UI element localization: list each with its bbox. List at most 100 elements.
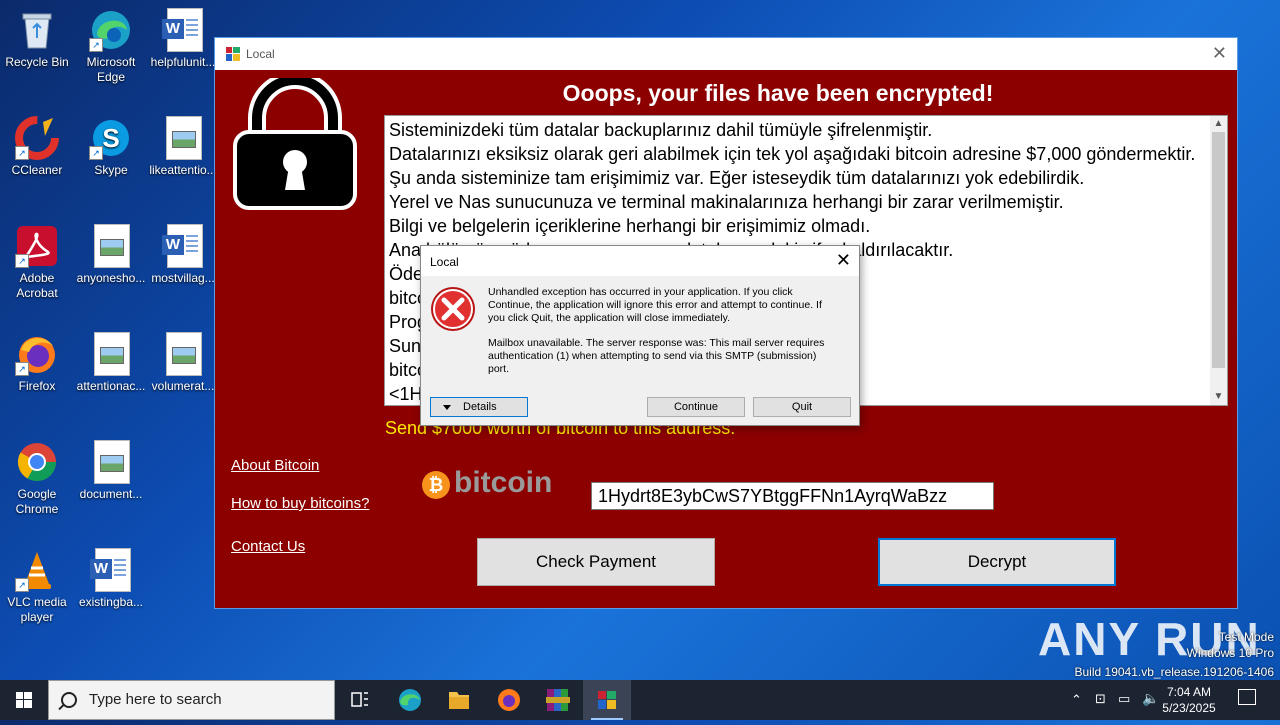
desktop-icon-likeattentio[interactable]: likeattentio...: [148, 116, 218, 178]
desktop-icon-mostvillag[interactable]: W mostvillag...: [148, 224, 218, 286]
ccleaner-icon: ↗: [15, 116, 59, 160]
desktop-icon-label: Adobe Acrobat: [16, 271, 58, 300]
desktop-icon-label: existingba...: [78, 595, 144, 609]
taskbar-local-app[interactable]: [583, 680, 631, 720]
acrobat-icon: ↗: [15, 224, 59, 268]
desktop-icon-acrobat[interactable]: ↗ Adobe Acrobat: [2, 224, 72, 301]
ethernet-icon[interactable]: ▭: [1118, 691, 1130, 707]
dialog-message-2: Mailbox unavailable. The server response…: [488, 337, 825, 375]
window-titlebar[interactable]: Local ✕: [215, 38, 1237, 70]
task-view-icon: [351, 692, 368, 707]
decrypt-button[interactable]: Decrypt: [878, 538, 1116, 586]
details-label: Details: [463, 401, 497, 413]
task-view-button[interactable]: [336, 680, 384, 720]
image-file-icon: [89, 440, 133, 484]
edge-icon: [399, 689, 421, 711]
message-line: Bilgi ve belgelerin içeriklerine herhang…: [389, 216, 871, 236]
word-document-icon: W: [89, 548, 133, 592]
app-icon: [598, 691, 616, 709]
show-hidden-icons[interactable]: ⌃: [1071, 692, 1082, 708]
desktop-icon-label: Microsoft Edge: [86, 55, 136, 84]
image-file-icon: [89, 224, 133, 268]
message-scrollbar[interactable]: ▲ ▼: [1210, 116, 1227, 405]
desktop-icon-existingba[interactable]: W existingba...: [76, 548, 146, 610]
desktop-icon-label: helpfulunit...: [150, 55, 216, 69]
desktop-icon-label: Firefox: [18, 379, 56, 393]
skype-icon: S ↗: [89, 116, 133, 160]
bitcoin-logo-text: bitcoin: [454, 466, 553, 499]
desktop-icon-label: document...: [79, 487, 143, 501]
continue-button[interactable]: Continue: [647, 397, 745, 417]
image-file-icon: [161, 116, 205, 160]
notification-icon[interactable]: [1238, 689, 1256, 705]
desktop-icon-label: likeattentio...: [149, 163, 217, 177]
start-button[interactable]: [0, 680, 48, 720]
dialog-message: Unhandled exception has occurred in your…: [488, 286, 838, 388]
chrome-icon: [15, 440, 59, 484]
desktop-icon-attentionac[interactable]: attentionac...: [76, 332, 146, 394]
how-to-buy-link[interactable]: How to buy bitcoins?: [231, 495, 369, 512]
desktop-icon-edge[interactable]: ↗ Microsoft Edge: [76, 8, 146, 85]
vlc-icon: ↗: [15, 548, 59, 592]
edge-icon: ↗: [89, 8, 133, 52]
contact-us-link[interactable]: Contact Us: [231, 538, 305, 555]
taskbar-edge[interactable]: [386, 680, 434, 720]
app-icon: [226, 47, 240, 61]
word-document-icon: W: [161, 8, 205, 52]
desktop-icon-skype[interactable]: S ↗ Skype: [76, 116, 146, 178]
desktop-icon-document[interactable]: document...: [76, 440, 146, 502]
close-icon[interactable]: ✕: [1212, 43, 1227, 64]
dialog-message-1: Unhandled exception has occurred in your…: [488, 286, 822, 324]
desktop-icon-label: mostvillag...: [151, 271, 215, 285]
details-button[interactable]: Details: [430, 397, 528, 417]
about-bitcoin-link[interactable]: About Bitcoin: [231, 457, 319, 474]
desktop-icon-label: volumerat...: [151, 379, 215, 393]
system-clock[interactable]: 7:04 AM 5/23/2025: [1154, 684, 1224, 716]
taskbar-winrar[interactable]: [534, 680, 582, 720]
taskbar: Type here to search ⌃ ⊡ ▭ 🔈 7:04 AM 5/23…: [0, 680, 1280, 720]
message-line: Şu anda sisteminize tam erişimimiz var. …: [389, 168, 1085, 188]
windows-edition-text: Windows 10 Pro: [1186, 646, 1274, 660]
desktop-icon-helpfulunit[interactable]: W helpfulunit...: [148, 8, 218, 70]
desktop-icon-vlc[interactable]: ↗ VLC media player: [2, 548, 72, 625]
desktop-icon-firefox[interactable]: ↗ Firefox: [2, 332, 72, 394]
desktop-icon-anyonesho[interactable]: anyonesho...: [76, 224, 146, 286]
dialog-title: Local: [430, 255, 459, 269]
quit-button[interactable]: Quit: [753, 397, 851, 417]
chevron-down-icon: [443, 404, 451, 410]
desktop-icon-label: VLC media player: [7, 595, 67, 624]
scrollbar-thumb[interactable]: [1212, 132, 1225, 368]
dialog-titlebar[interactable]: Local ✕: [421, 246, 859, 276]
desktop-icon-recycle-bin[interactable]: Recycle Bin: [2, 8, 72, 70]
scroll-up-icon[interactable]: ▲: [1210, 116, 1227, 132]
desktop-icon-label: anyonesho...: [76, 271, 146, 285]
headline: Ooops, your files have been encrypted!: [562, 80, 994, 106]
desktop-icon-volumerat[interactable]: volumerat...: [148, 332, 218, 394]
scroll-down-icon[interactable]: ▼: [1210, 389, 1227, 405]
bitcoin-address-field[interactable]: 1Hydrt8E3ybCwS7YBtggFFNn1AyrqWaBzz: [591, 482, 994, 510]
desktop-icon-label: Google Chrome: [15, 487, 59, 516]
clock-time: 7:04 AM: [1166, 685, 1212, 699]
desktop-icon-ccleaner[interactable]: ↗ CCleaner: [2, 116, 72, 178]
padlock-icon: [227, 71, 363, 212]
window-title: Local: [246, 47, 275, 61]
taskbar-file-explorer[interactable]: [435, 680, 483, 720]
build-text: Build 19041.vb_release.191206-1406: [1074, 665, 1275, 679]
firefox-icon: [498, 689, 520, 711]
close-icon[interactable]: ✕: [836, 250, 851, 271]
search-placeholder: Type here to search: [89, 691, 222, 708]
message-line: Datalarınızı eksiksiz olarak geri alabil…: [389, 144, 1196, 164]
desktop-icon-label: Skype: [94, 163, 128, 177]
image-file-icon: [89, 332, 133, 376]
message-line: Yerel ve Nas sunucunuza ve terminal maki…: [389, 192, 1064, 212]
message-line: Sisteminizdeki tüm datalar backuplarınız…: [389, 120, 933, 140]
desktop-icon-label: CCleaner: [11, 163, 63, 177]
svg-text:S: S: [102, 123, 119, 153]
taskbar-search-box[interactable]: Type here to search: [48, 680, 335, 720]
desktop-icon-chrome[interactable]: Google Chrome: [2, 440, 72, 517]
error-dialog: Local ✕ Unhandled exception has occurred…: [420, 245, 860, 426]
network-icon[interactable]: ⊡: [1095, 691, 1106, 707]
check-payment-button[interactable]: Check Payment: [477, 538, 715, 586]
taskbar-firefox[interactable]: [485, 680, 533, 720]
desktop-icon-label: attentionac...: [76, 379, 146, 393]
